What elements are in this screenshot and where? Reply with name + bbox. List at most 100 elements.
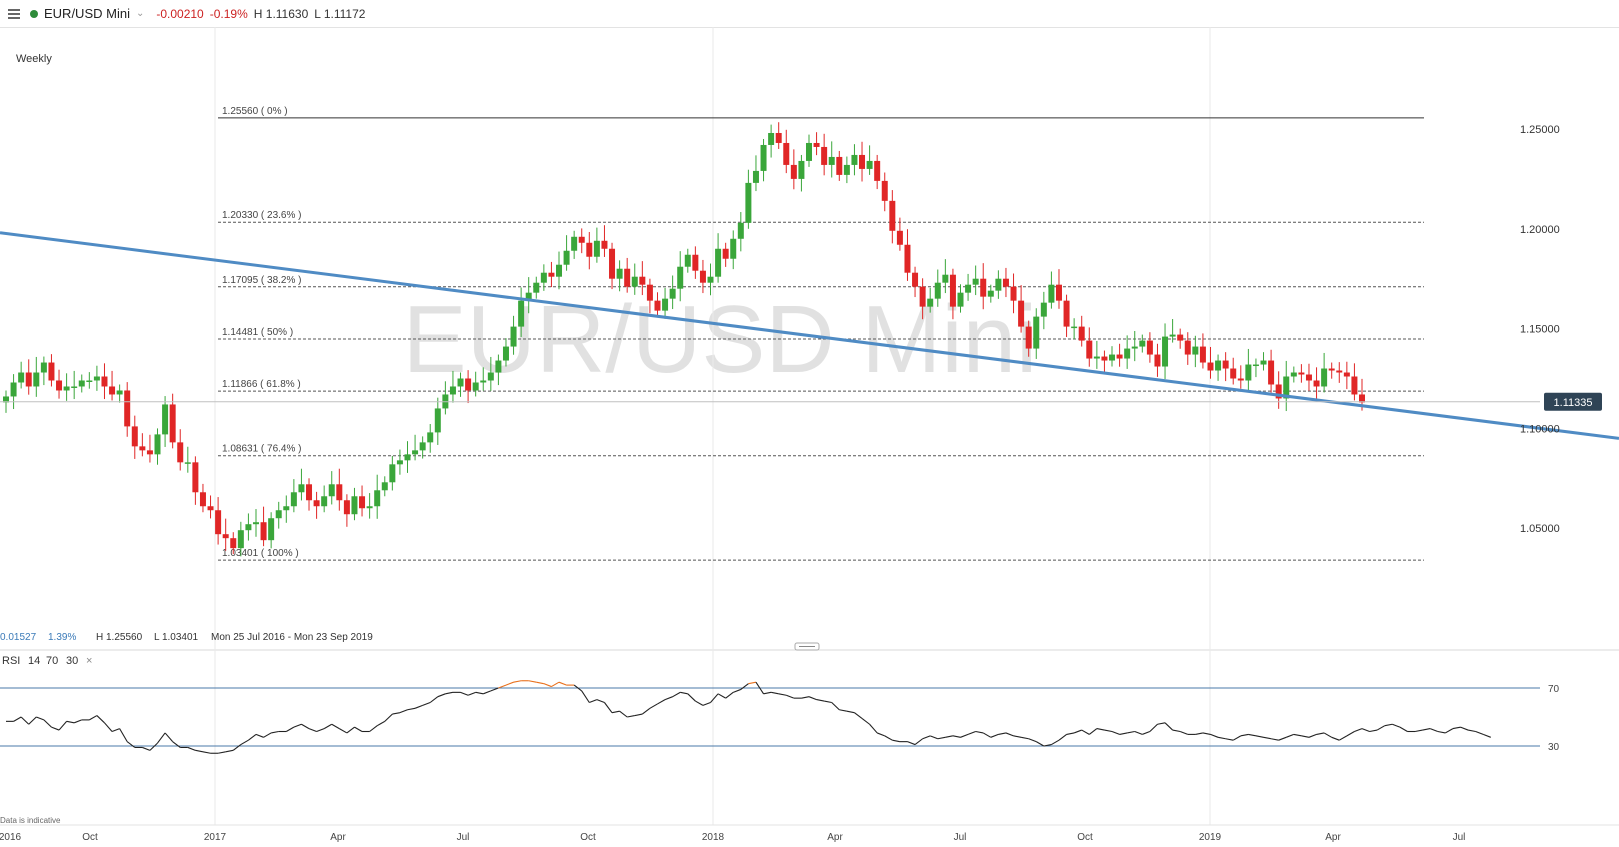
candle[interactable] [957, 292, 964, 307]
candle[interactable] [177, 442, 184, 463]
candle[interactable] [93, 376, 100, 381]
candle[interactable] [1146, 340, 1153, 355]
candle[interactable] [199, 492, 206, 507]
candle[interactable] [540, 272, 547, 283]
candle[interactable] [934, 282, 941, 299]
candle[interactable] [1328, 368, 1335, 371]
candle[interactable] [1139, 340, 1146, 347]
candle[interactable] [1298, 372, 1305, 375]
candle[interactable] [116, 390, 123, 395]
candle[interactable] [184, 462, 191, 464]
candle[interactable] [381, 482, 388, 491]
candle[interactable] [1169, 334, 1176, 337]
candle[interactable] [1040, 302, 1047, 317]
candle[interactable] [1018, 300, 1025, 327]
candle[interactable] [268, 518, 275, 541]
candle[interactable] [669, 288, 676, 299]
candle[interactable] [972, 278, 979, 285]
candle[interactable] [980, 278, 987, 297]
candle[interactable] [927, 298, 934, 307]
candle[interactable] [1025, 326, 1032, 349]
candle[interactable] [556, 264, 563, 277]
candle[interactable] [124, 390, 131, 427]
candle[interactable] [1101, 356, 1108, 361]
candle[interactable] [798, 160, 805, 179]
candle[interactable] [260, 522, 267, 541]
candle[interactable] [465, 378, 472, 391]
candle[interactable] [790, 164, 797, 179]
candle[interactable] [86, 380, 93, 382]
candle[interactable] [374, 490, 381, 507]
candle[interactable] [131, 426, 138, 447]
candle[interactable] [1215, 360, 1222, 371]
candle[interactable] [321, 496, 328, 507]
candle[interactable] [33, 372, 40, 387]
candle[interactable] [1109, 354, 1116, 361]
candle[interactable] [828, 156, 835, 165]
candle[interactable] [1177, 334, 1184, 341]
candle[interactable] [207, 506, 214, 511]
candle[interactable] [510, 326, 517, 347]
candle[interactable] [1184, 340, 1191, 355]
candle[interactable] [230, 538, 237, 549]
candle[interactable] [56, 380, 63, 391]
candle[interactable] [1078, 326, 1085, 341]
candle[interactable] [1207, 362, 1214, 371]
candle[interactable] [730, 238, 737, 259]
candle[interactable] [427, 432, 434, 443]
candle[interactable] [40, 362, 47, 373]
candle[interactable] [192, 462, 199, 493]
candle[interactable] [654, 300, 661, 311]
candle[interactable] [313, 500, 320, 507]
candle[interactable] [533, 282, 540, 293]
price-chart[interactable]: Weekly EUR/USD Mini 1.25560 ( 0% ) 1.2033… [0, 0, 1619, 847]
candle[interactable] [1252, 364, 1259, 367]
candle[interactable] [101, 376, 108, 387]
candle[interactable] [1199, 346, 1206, 363]
candle[interactable] [684, 254, 691, 267]
candle[interactable] [48, 362, 55, 381]
candle[interactable] [25, 372, 32, 387]
candle[interactable] [502, 346, 509, 361]
candle[interactable] [813, 142, 820, 147]
candle[interactable] [1245, 364, 1252, 381]
candle[interactable] [1351, 376, 1358, 395]
candle[interactable] [343, 500, 350, 515]
candle[interactable] [805, 142, 812, 161]
candle[interactable] [237, 530, 244, 549]
candle[interactable] [881, 180, 888, 201]
candle[interactable] [578, 236, 585, 243]
candle[interactable] [949, 274, 956, 307]
candle[interactable] [1033, 316, 1040, 349]
candle[interactable] [1154, 354, 1161, 367]
candle[interactable] [336, 484, 343, 501]
candle[interactable] [783, 142, 790, 165]
candle[interactable] [859, 154, 866, 169]
candle[interactable] [389, 464, 396, 483]
candle[interactable] [707, 276, 714, 283]
candle[interactable] [768, 132, 775, 145]
candle[interactable] [775, 132, 782, 143]
candle[interactable] [472, 382, 479, 391]
candle[interactable] [412, 450, 419, 455]
candle[interactable] [1305, 374, 1312, 381]
candle[interactable] [1343, 372, 1350, 377]
candle[interactable] [487, 372, 494, 381]
candle[interactable] [1093, 356, 1100, 359]
candle[interactable] [1268, 360, 1275, 385]
candle[interactable] [71, 386, 78, 388]
candle[interactable] [359, 496, 366, 509]
candle[interactable] [1116, 354, 1123, 359]
candle[interactable] [1010, 286, 1017, 301]
candle[interactable] [1260, 360, 1267, 365]
candle[interactable] [1222, 360, 1229, 369]
candle[interactable] [843, 164, 850, 175]
candle[interactable] [699, 270, 706, 283]
candle[interactable] [275, 510, 282, 519]
candle[interactable] [639, 276, 646, 285]
candle[interactable] [912, 272, 919, 287]
candle[interactable] [851, 154, 858, 165]
candle[interactable] [139, 446, 146, 451]
candle[interactable] [78, 380, 85, 387]
candle[interactable] [154, 434, 161, 455]
